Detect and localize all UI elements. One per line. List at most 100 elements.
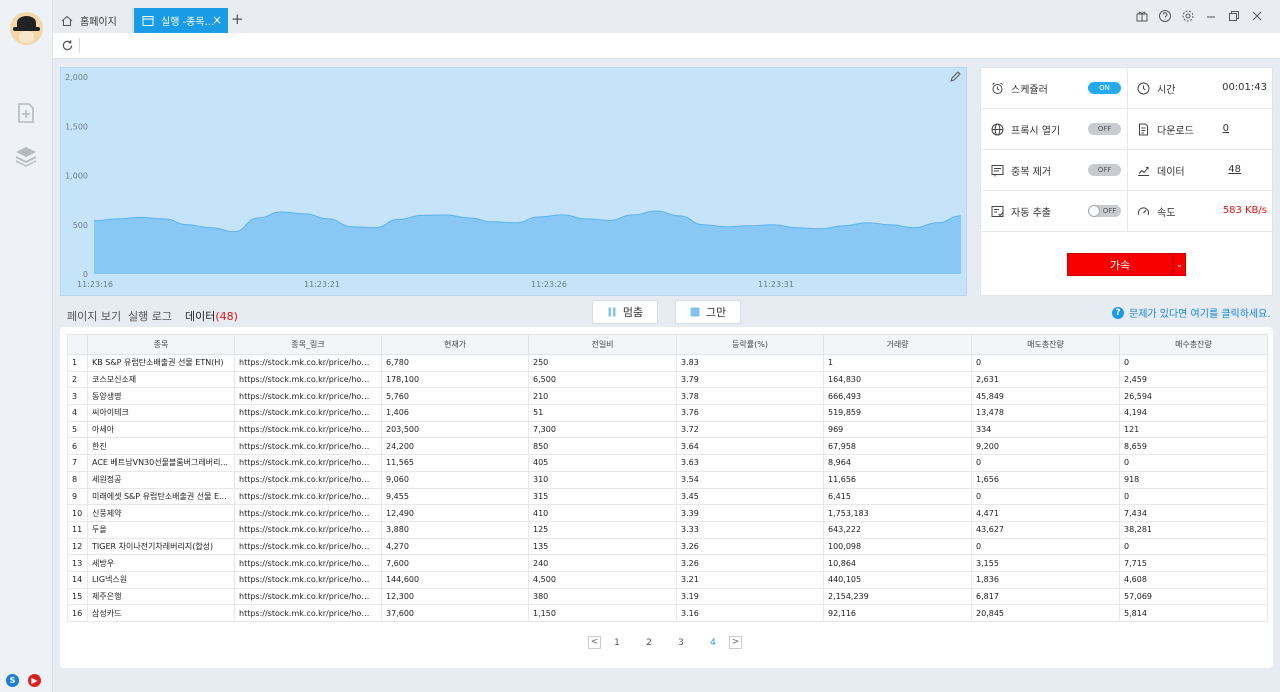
proxy-toggle[interactable]: OFF [1088, 123, 1121, 135]
settings-gear-icon[interactable] [1181, 9, 1195, 23]
table-cell: 850 [528, 437, 677, 456]
gift-icon[interactable] [1135, 9, 1149, 23]
table-cell: 3.21 [676, 570, 824, 589]
table-row[interactable]: 8 세원정공 https://stock.mk.co.kr/price/home/K… [67, 470, 1268, 489]
row-index-cell: 11 [67, 520, 88, 539]
table-cell: 57,069 [1119, 587, 1268, 606]
auto-extract-toggle[interactable]: OFF [1088, 205, 1121, 217]
table-row[interactable]: 5아세아https://stock.mk.co.kr/price/home/KR… [67, 420, 1268, 439]
restore-icon[interactable] [1227, 9, 1241, 23]
table-row[interactable]: 3 동양생명 https://stock.mk.co.kr/price/home/K… [67, 387, 1268, 406]
table-cell: 315 [528, 487, 677, 506]
scheduler-toggle[interactable]: ON [1088, 82, 1121, 94]
table-row[interactable]: 1 KB S&P 유럽탄소배출권 선물 ETN(H) https://stock.m… [67, 354, 1268, 372]
table-cell: https://stock.mk.co.kr/price/home/KR7... [234, 387, 382, 406]
row-index-cell: 15 [67, 587, 88, 606]
table-cell: 6,415 [823, 487, 972, 506]
column-header[interactable]: 매도총잔량 [971, 334, 1120, 355]
youtube-icon[interactable]: ▶ [28, 674, 41, 687]
clock-icon [1137, 82, 1150, 95]
table-row[interactable]: 14 LIG넥스원 https://stock.mk.co.kr/price/hom… [67, 570, 1268, 589]
tab-run[interactable]: 실행 -종목... × [134, 8, 228, 33]
table-row[interactable]: 10 신풍제약 https://stock.mk.co.kr/price/home/… [67, 504, 1268, 522]
pencil-icon[interactable] [949, 71, 961, 83]
help-circle-icon[interactable] [1158, 9, 1172, 23]
table-row[interactable]: 7 ACE 베트남VN30선물블룸버그레버리... https://stock.mk… [67, 454, 1268, 472]
column-header[interactable]: 전일비 [528, 334, 677, 355]
data-value[interactable]: 48 [1228, 164, 1241, 175]
left-sidebar: S ▶ [0, 0, 53, 692]
column-header[interactable]: 종목_링크 [234, 334, 382, 355]
next-page-button[interactable]: > [729, 636, 742, 649]
page-number-button[interactable]: 2 [633, 638, 665, 648]
pause-button[interactable]: 멈춤 [592, 300, 658, 324]
accelerate-button[interactable]: 가속 [1067, 253, 1173, 276]
table-cell: 3,880 [381, 520, 529, 539]
table-cell: 0 [971, 537, 1120, 556]
skype-icon[interactable]: S [6, 674, 19, 687]
table-cell: 92,116 [823, 604, 972, 622]
dedup-toggle[interactable]: OFF [1088, 164, 1121, 176]
table-row[interactable]: 16 삼성카드 https://stock.mk.co.kr/price/home/… [67, 604, 1268, 622]
column-header[interactable]: 종목 [87, 334, 235, 355]
table-cell: 삼성카드 [87, 604, 235, 622]
tab-run-log[interactable]: 실행 로그 [128, 308, 172, 324]
help-link[interactable]: ? 문제가 있다면 여기를 클릭하세요. [1112, 305, 1271, 320]
tab-page-view[interactable]: 페이지 보기 [67, 308, 121, 324]
row-index-cell: 6 [67, 437, 88, 456]
table-cell: 0 [971, 487, 1120, 506]
table-cell: 3.79 [676, 370, 824, 389]
column-header[interactable]: 거래량 [823, 334, 972, 355]
tab-close-icon[interactable]: × [212, 13, 222, 27]
table-cell: 3.19 [676, 587, 824, 606]
table-row[interactable]: 6한진https://stock.mk.co.kr/price/home/KR7… [67, 437, 1268, 456]
x-tick-label: 11:23:31 [758, 280, 794, 289]
download-value[interactable]: 0 [1223, 123, 1229, 134]
table-row[interactable]: 9 미래에셋 S&P 유럽탄소배출권 선물 E... https://stock.m… [67, 487, 1268, 506]
table-cell: https://stock.mk.co.kr/price/home/KR7... [234, 520, 382, 539]
table-cell: 6,780 [381, 354, 529, 372]
table-cell: 8,659 [1119, 437, 1268, 456]
table-cell: https://stock.mk.co.kr/price/home/KRG... [234, 487, 382, 506]
accelerate-dropdown-button[interactable]: ⌄ [1173, 253, 1186, 276]
table-cell: 10,864 [823, 554, 972, 572]
page-number-button[interactable]: 4 [697, 638, 729, 648]
table-cell: 666,493 [823, 387, 972, 406]
table-cell: 203,500 [381, 420, 529, 439]
close-window-icon[interactable] [1250, 9, 1264, 23]
table-cell: https://stock.mk.co.kr/price/home/KR7... [234, 570, 382, 589]
y-tick-label: 1,000 [65, 172, 88, 181]
column-header[interactable]: 현재가 [381, 334, 529, 355]
table-cell: 1 [823, 354, 972, 372]
stop-button[interactable]: 그만 [675, 300, 741, 324]
prev-page-button[interactable]: < [588, 636, 601, 649]
column-header[interactable]: 매수총잔량 [1119, 334, 1268, 355]
tab-home[interactable]: 홈페이지 [53, 8, 133, 33]
layers-icon[interactable] [14, 144, 38, 168]
table-row[interactable]: 4 씨아이테크 https://stock.mk.co.kr/price/home/… [67, 404, 1268, 422]
status-row-3: 중복 제거 OFF 데이터 48 [981, 150, 1274, 191]
table-cell: 26,594 [1119, 387, 1268, 406]
avatar[interactable] [10, 12, 43, 45]
pagination: < 1234 > [588, 636, 742, 649]
new-task-icon[interactable] [14, 101, 38, 125]
page-number-button[interactable]: 1 [601, 638, 633, 648]
table-row[interactable]: 2 코스모신소재 https://stock.mk.co.kr/price/home… [67, 370, 1268, 389]
table-cell: 1,753,183 [823, 504, 972, 522]
question-icon: ? [1112, 306, 1124, 319]
tab-data[interactable]: 데이터(48) [185, 308, 238, 329]
column-header[interactable]: 등락률(%) [676, 334, 824, 355]
table-row[interactable]: 15 제주은행 https://stock.mk.co.kr/price/home/… [67, 587, 1268, 606]
minimize-icon[interactable] [1204, 9, 1218, 23]
page-number-button[interactable]: 3 [665, 638, 697, 648]
table-header-row: 종목 종목_링크 현재가 전일비 등락률(%) 거래량 매도총잔량 매수총잔량 [67, 334, 1268, 355]
table-cell: https://stock.mk.co.kr/price/home/KR7... [234, 604, 382, 622]
refresh-icon[interactable] [61, 39, 74, 52]
table-row[interactable]: 13 세방우 https://stock.mk.co.kr/price/home/K… [67, 554, 1268, 572]
add-tab-button[interactable]: + [231, 10, 244, 28]
table-cell: ACE 베트남VN30선물블룸버그레버리... [87, 454, 235, 472]
table-row[interactable]: 11두올https://stock.mk.co.kr/price/home/KR… [67, 520, 1268, 539]
table-row[interactable]: 12 TIGER 차이나전기차레버리지(합성) https://stock.mk.c… [67, 537, 1268, 556]
table-cell: 0 [971, 354, 1120, 372]
column-header[interactable] [67, 334, 88, 355]
